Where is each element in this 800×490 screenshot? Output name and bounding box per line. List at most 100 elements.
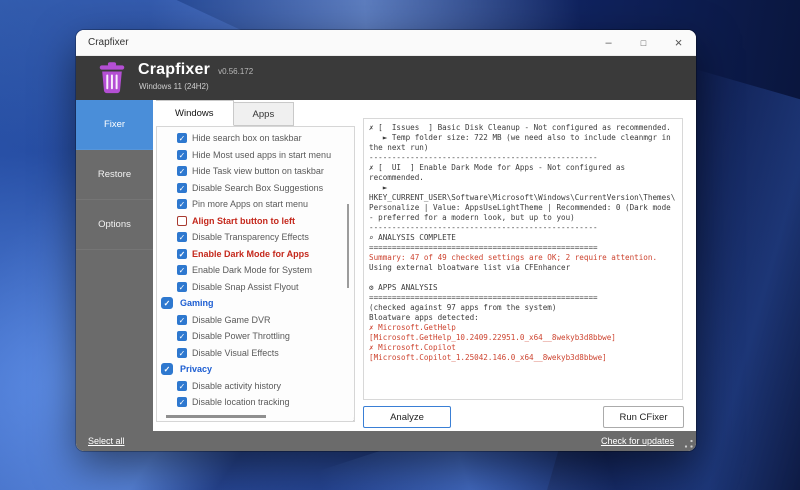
- checkbox-icon[interactable]: ✓: [177, 183, 187, 193]
- checklist-item[interactable]: ✓ Enable Dark Mode for Apps: [157, 246, 354, 263]
- checklist-item[interactable]: ✓ Disable Transparency Effects: [157, 229, 354, 246]
- sidebar-item[interactable]: Restore: [76, 150, 153, 200]
- sidebar: Fixer Restore Options: [76, 100, 153, 431]
- horizontal-scrollbar[interactable]: [166, 415, 266, 418]
- run-cfixer-button-label: Run CFixer: [619, 412, 667, 423]
- close-button[interactable]: ×: [661, 30, 696, 55]
- app-version: v0.56.172: [218, 67, 253, 76]
- checkbox-icon[interactable]: ✓: [177, 216, 187, 226]
- vertical-scrollbar[interactable]: [347, 204, 349, 288]
- analyze-button-label: Analyze: [390, 412, 424, 423]
- select-all-link[interactable]: Select all: [88, 436, 125, 446]
- checklist-item-label: Pin more Apps on start menu: [192, 199, 308, 209]
- checklist-item-label: Hide Task view button on taskbar: [192, 166, 324, 176]
- log-line: [369, 273, 679, 283]
- checkbox-icon[interactable]: ✓: [177, 150, 187, 160]
- checkbox-icon[interactable]: ✓: [177, 232, 187, 242]
- checklist-item[interactable]: ✓ Enable Dark Mode for System: [157, 262, 354, 279]
- checklist-item-label: Privacy: [180, 364, 212, 374]
- checkbox-icon[interactable]: ✓: [177, 265, 187, 275]
- desktop-wallpaper: Crapfixer – □ × Crapfixer v0.56.172 Wind…: [0, 0, 800, 490]
- checklist-item[interactable]: ✓ Disable activity history: [157, 378, 354, 395]
- resize-grip-icon[interactable]: [684, 439, 693, 448]
- log-line: ----------------------------------------…: [369, 153, 679, 163]
- checklist-item-label: Hide Most used apps in start menu: [192, 150, 331, 160]
- window-controls: – □ ×: [591, 30, 696, 55]
- log-line: ✗ Microsoft.GetHelp [Microsoft.GetHelp_1…: [369, 323, 679, 343]
- log-line: ✗ [ Issues ] Basic Disk Cleanup - Not co…: [369, 123, 679, 133]
- log-line: Bloatware apps detected:: [369, 313, 679, 323]
- maximize-button[interactable]: □: [626, 30, 661, 55]
- log-line: ----------------------------------------…: [369, 223, 679, 233]
- checklist-items: ✓ Hide search box on taskbar ✓ Hide Most…: [157, 130, 354, 422]
- checkbox-icon[interactable]: ✓: [161, 297, 173, 309]
- check-for-updates-link[interactable]: Check for updates: [601, 436, 674, 446]
- trash-can-icon: [98, 61, 126, 95]
- checklist-item[interactable]: ✓ Hide Task view button on taskbar: [157, 163, 354, 180]
- run-cfixer-button[interactable]: Run CFixer: [603, 406, 684, 428]
- status-bar: Select all Check for updates: [76, 431, 696, 451]
- log-line: ✗ Microsoft.Copilot [Microsoft.Copilot_1…: [369, 343, 679, 363]
- log-line: ► Temp folder size: 722 MB (we need also…: [369, 133, 679, 153]
- window-title: Crapfixer: [88, 37, 129, 48]
- app-name: Crapfixer: [138, 61, 210, 79]
- checkbox-icon[interactable]: ✓: [177, 166, 187, 176]
- checklist-item-label: Disable Transparency Effects: [192, 232, 309, 242]
- checklist-item-label: Disable Search Box Suggestions: [192, 183, 323, 193]
- app-header: Crapfixer v0.56.172 Windows 11 (24H2): [76, 56, 696, 100]
- checklist-item-label: Disable location tracking: [192, 397, 290, 407]
- tab-label: Windows: [175, 108, 214, 119]
- sidebar-item[interactable]: Fixer: [76, 100, 153, 150]
- checkbox-icon[interactable]: ✓: [177, 397, 187, 407]
- checklist-item-label: Disable Power Throttling: [192, 331, 290, 341]
- checklist-item-label: Hide search box on taskbar: [192, 133, 302, 143]
- checklist-item[interactable]: ✓ Disable Visual Effects: [157, 345, 354, 362]
- os-label: Windows 11 (24H2): [139, 82, 209, 91]
- crapfixer-window: Crapfixer – □ × Crapfixer v0.56.172 Wind…: [76, 30, 696, 451]
- checklist-item-label: Disable activity history: [192, 381, 281, 391]
- checklist-item[interactable]: ✓ Hide Most used apps in start menu: [157, 147, 354, 164]
- checklist-item[interactable]: ✓ Disable Search Box Suggestions: [157, 180, 354, 197]
- checkbox-icon[interactable]: ✓: [161, 363, 173, 375]
- checklist-item-label: Disable Game DVR: [192, 315, 271, 325]
- checklist-item[interactable]: ✓ Disable location tracking: [157, 394, 354, 411]
- log-line: ► HKEY_CURRENT_USER\Software\Microsoft\W…: [369, 183, 679, 223]
- log-line: (checked against 97 apps from the system…: [369, 303, 679, 313]
- sidebar-item-label: Fixer: [104, 119, 125, 130]
- checkbox-icon[interactable]: ✓: [177, 133, 187, 143]
- checkbox-icon[interactable]: ✓: [177, 315, 187, 325]
- log-line: Using external bloatware list via CFEnha…: [369, 263, 679, 273]
- tab[interactable]: Apps: [234, 102, 295, 126]
- checkbox-icon[interactable]: ✓: [177, 199, 187, 209]
- log-line: ✗ [ UI ] Enable Dark Mode for Apps - Not…: [369, 163, 679, 183]
- checklist-item[interactable]: ✓ Hide search box on taskbar: [157, 130, 354, 147]
- tab-bar: Windows Apps: [156, 100, 294, 126]
- checklist-item[interactable]: ✓ Gaming: [157, 295, 354, 312]
- checklist-item[interactable]: ✓ Disable Power Throttling: [157, 328, 354, 345]
- checkbox-icon[interactable]: ✓: [177, 282, 187, 292]
- tab-label: Apps: [253, 109, 275, 120]
- tab[interactable]: Windows: [156, 100, 234, 126]
- checkbox-icon[interactable]: ✓: [177, 381, 187, 391]
- checkbox-icon[interactable]: ✓: [177, 348, 187, 358]
- checkbox-icon[interactable]: ✓: [177, 249, 187, 259]
- titlebar[interactable]: Crapfixer – □ ×: [76, 30, 696, 56]
- horizontal-scrollbar-track: [158, 412, 353, 421]
- log-line: ⚙ APPS ANALYSIS: [369, 283, 679, 293]
- log-line: Summary: 47 of 49 checked settings are O…: [369, 253, 679, 263]
- window-body: Fixer Restore Options Windows: [76, 100, 696, 431]
- checklist-item-label: Disable Snap Assist Flyout: [192, 282, 299, 292]
- minimize-button[interactable]: –: [591, 30, 626, 55]
- analyze-button[interactable]: Analyze: [363, 406, 451, 428]
- sidebar-item[interactable]: Options: [76, 200, 153, 250]
- checklist-item[interactable]: ✓ Align Start button to left: [157, 213, 354, 230]
- checkbox-icon[interactable]: ✓: [177, 331, 187, 341]
- analysis-log[interactable]: ✗ [ Issues ] Basic Disk Cleanup - Not co…: [363, 118, 683, 400]
- checklist-item[interactable]: ✓ Privacy: [157, 361, 354, 378]
- app-title-row: Crapfixer v0.56.172: [138, 61, 253, 79]
- checklist-item[interactable]: ✓ Disable Game DVR: [157, 312, 354, 329]
- checklist-item[interactable]: ✓ Disable Snap Assist Flyout: [157, 279, 354, 296]
- checklist-item-label: Disable Visual Effects: [192, 348, 279, 358]
- checklist-item-label: Enable Dark Mode for Apps: [192, 249, 309, 259]
- checklist-item[interactable]: ✓ Pin more Apps on start menu: [157, 196, 354, 213]
